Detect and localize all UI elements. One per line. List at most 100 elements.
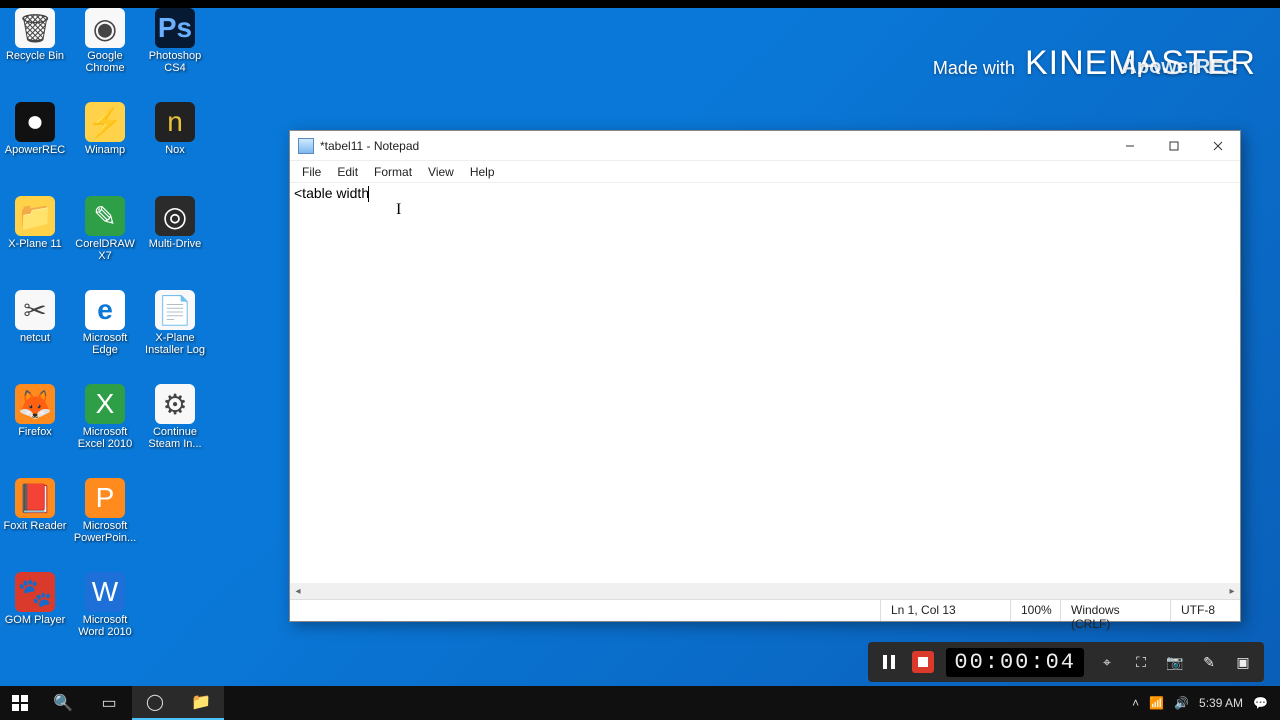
coreldraw-x7-icon: ✎ <box>85 196 125 236</box>
tray-clock[interactable]: 5:39 AM <box>1199 696 1243 710</box>
word-2010-icon: W <box>85 572 125 612</box>
taskbar-explorer-button[interactable]: 📁 <box>178 686 224 720</box>
gom-player-icon: 🐾 <box>15 572 55 612</box>
desktop-icon-label: Multi-Drive <box>140 238 210 250</box>
fullscreen-icon: ⛶ <box>1136 654 1146 671</box>
menu-view[interactable]: View <box>420 163 462 181</box>
text-caret <box>368 186 369 202</box>
desktop-icon-label: Microsoft Word 2010 <box>70 614 140 638</box>
pencil-icon: ✎ <box>1203 654 1215 671</box>
desktop-icon-label: Microsoft Edge <box>70 332 140 356</box>
stop-button[interactable] <box>912 651 934 673</box>
menu-edit[interactable]: Edit <box>329 163 366 181</box>
menu-file[interactable]: File <box>294 163 329 181</box>
foxit-reader-icon: 📕 <box>15 478 55 518</box>
recorder-fullscreen-button[interactable]: ⛶ <box>1130 651 1152 673</box>
desktop-icon-label: netcut <box>0 332 70 344</box>
taskbar-taskview-button[interactable]: ▭ <box>86 686 132 720</box>
winamp-icon: ⚡ <box>85 102 125 142</box>
taskbar-cortana-button[interactable]: ◯ <box>132 686 178 720</box>
desktop-icon-xplane11[interactable]: 📁X-Plane 11 <box>0 196 70 250</box>
folder-icon: 📁 <box>191 692 211 712</box>
recorder-annotate-button[interactable]: ✎ <box>1198 651 1220 673</box>
desktop-icon-netcut[interactable]: ✂ netcut <box>0 290 70 344</box>
desktop[interactable]: Made with KINEMASTER ApowerREC 🗑Recycle … <box>0 8 1280 686</box>
tray-network-icon[interactable]: 📶 <box>1149 696 1164 710</box>
scroll-right-icon[interactable]: ▸ <box>1224 583 1240 599</box>
maximize-icon <box>1169 141 1179 151</box>
desktop-icon-label: Nox <box>140 144 210 156</box>
desktop-icon-label: Foxit Reader <box>0 520 70 532</box>
desktop-icon-google-chrome[interactable]: ◉Google Chrome <box>70 8 140 74</box>
window-buttons <box>1108 131 1240 160</box>
menu-help[interactable]: Help <box>462 163 503 181</box>
recycle-bin-icon: 🗑 <box>15 8 55 48</box>
desktop-icon-nox[interactable]: nNox <box>140 102 210 156</box>
desktop-icon-label: Microsoft PowerPoin... <box>70 520 140 544</box>
desktop-icon-multi-drive[interactable]: ◎ Multi-Drive <box>140 196 210 250</box>
pause-button[interactable] <box>878 651 900 673</box>
status-caret-pos: Ln 1, Col 13 <box>880 600 1010 621</box>
desktop-icon-label: X-Plane 11 <box>0 238 70 250</box>
tray-volume-icon[interactable]: 🔊 <box>1174 696 1189 710</box>
recorder-toolbar[interactable]: 00:00:04 ⌖ ⛶ 📷 ✎ ▣ <box>868 642 1264 682</box>
desktop-icon-label: ApowerREC <box>0 144 70 156</box>
editor-content: <table width <box>294 185 369 201</box>
tray-notifications-icon[interactable]: 💬 <box>1253 696 1268 710</box>
desktop-icon-xplane-installer-log[interactable]: 📄X-Plane Installer Log <box>140 290 210 356</box>
minimize-button[interactable] <box>1108 131 1152 160</box>
system-tray[interactable]: ˄ 📶 🔊 5:39 AM 💬 <box>1120 696 1280 710</box>
tray-chevron-icon[interactable]: ˄ <box>1132 696 1139 710</box>
recorder-more-button[interactable]: ▣ <box>1232 651 1254 673</box>
recorder-target-button[interactable]: ⌖ <box>1096 651 1118 673</box>
desktop-icon-recycle-bin[interactable]: 🗑 Recycle Bin <box>0 8 70 62</box>
photoshop-cs4-icon: Ps <box>155 8 195 48</box>
maximize-button[interactable] <box>1152 131 1196 160</box>
desktop-icon-gom-player[interactable]: 🐾GOM Player <box>0 572 70 626</box>
windows-taskbar[interactable]: 🔍 ▭ ◯ 📁 ˄ 📶 🔊 5:39 AM 💬 <box>0 686 1280 720</box>
apowerrec-icon: ⏺ <box>15 102 55 142</box>
desktop-icon-photoshop-cs4[interactable]: PsPhotoshop CS4 <box>140 8 210 74</box>
notepad-titlebar[interactable]: *tabel11 - Notepad <box>290 131 1240 161</box>
horizontal-scrollbar[interactable]: ◂ ▸ <box>290 583 1240 599</box>
microsoft-edge-icon: e <box>85 290 125 330</box>
notepad-title: *tabel11 - Notepad <box>320 139 1108 153</box>
notepad-statusbar: Ln 1, Col 13 100% Windows (CRLF) UTF-8 <box>290 599 1240 621</box>
notepad-window[interactable]: *tabel11 - Notepad File Edit Format View… <box>289 130 1241 622</box>
target-icon: ⌖ <box>1103 654 1111 671</box>
xplane-installer-log-icon: 📄 <box>155 290 195 330</box>
desktop-icon-label: Recycle Bin <box>0 50 70 62</box>
desktop-icon-winamp[interactable]: ⚡Winamp <box>70 102 140 156</box>
notepad-app-icon <box>298 138 314 154</box>
close-button[interactable] <box>1196 131 1240 160</box>
desktop-icon-microsoft-edge[interactable]: eMicrosoft Edge <box>70 290 140 356</box>
start-button[interactable] <box>0 686 40 720</box>
watermark-overlay: ApowerREC <box>1122 56 1238 79</box>
desktop-icon-continue-steam[interactable]: ⚙Continue Steam In... <box>140 384 210 450</box>
notepad-text-area[interactable]: <table width I <box>290 183 1240 583</box>
multi-drive-icon: ◎ <box>155 196 195 236</box>
camera-icon: 📷 <box>1166 654 1183 671</box>
desktop-icon-label: X-Plane Installer Log <box>140 332 210 356</box>
status-eol: Windows (CRLF) <box>1060 600 1170 621</box>
desktop-icon-label: Firefox <box>0 426 70 438</box>
powerpoint-2010-icon: P <box>85 478 125 518</box>
menu-format[interactable]: Format <box>366 163 420 181</box>
desktop-icon-label: Microsoft Excel 2010 <box>70 426 140 450</box>
recorder-timer: 00:00:04 <box>946 648 1084 677</box>
desktop-icon-excel-2010[interactable]: XMicrosoft Excel 2010 <box>70 384 140 450</box>
recorder-screenshot-button[interactable]: 📷 <box>1164 651 1186 673</box>
desktop-icon-label: Photoshop CS4 <box>140 50 210 74</box>
desktop-icon-firefox[interactable]: 🦊 Firefox <box>0 384 70 438</box>
desktop-icon-word-2010[interactable]: WMicrosoft Word 2010 <box>70 572 140 638</box>
desktop-icon-coreldraw-x7[interactable]: ✎CorelDRAW X7 <box>70 196 140 262</box>
desktop-icon-powerpoint-2010[interactable]: PMicrosoft PowerPoin... <box>70 478 140 544</box>
netcut-icon: ✂ <box>15 290 55 330</box>
google-chrome-icon: ◉ <box>85 8 125 48</box>
desktop-icon-foxit-reader[interactable]: 📕 Foxit Reader <box>0 478 70 532</box>
ibeam-cursor-icon: I <box>396 201 401 219</box>
firefox-icon: 🦊 <box>15 384 55 424</box>
scroll-left-icon[interactable]: ◂ <box>290 583 306 599</box>
desktop-icon-apowerrec[interactable]: ⏺ ApowerREC <box>0 102 70 156</box>
taskbar-search-button[interactable]: 🔍 <box>40 686 86 720</box>
